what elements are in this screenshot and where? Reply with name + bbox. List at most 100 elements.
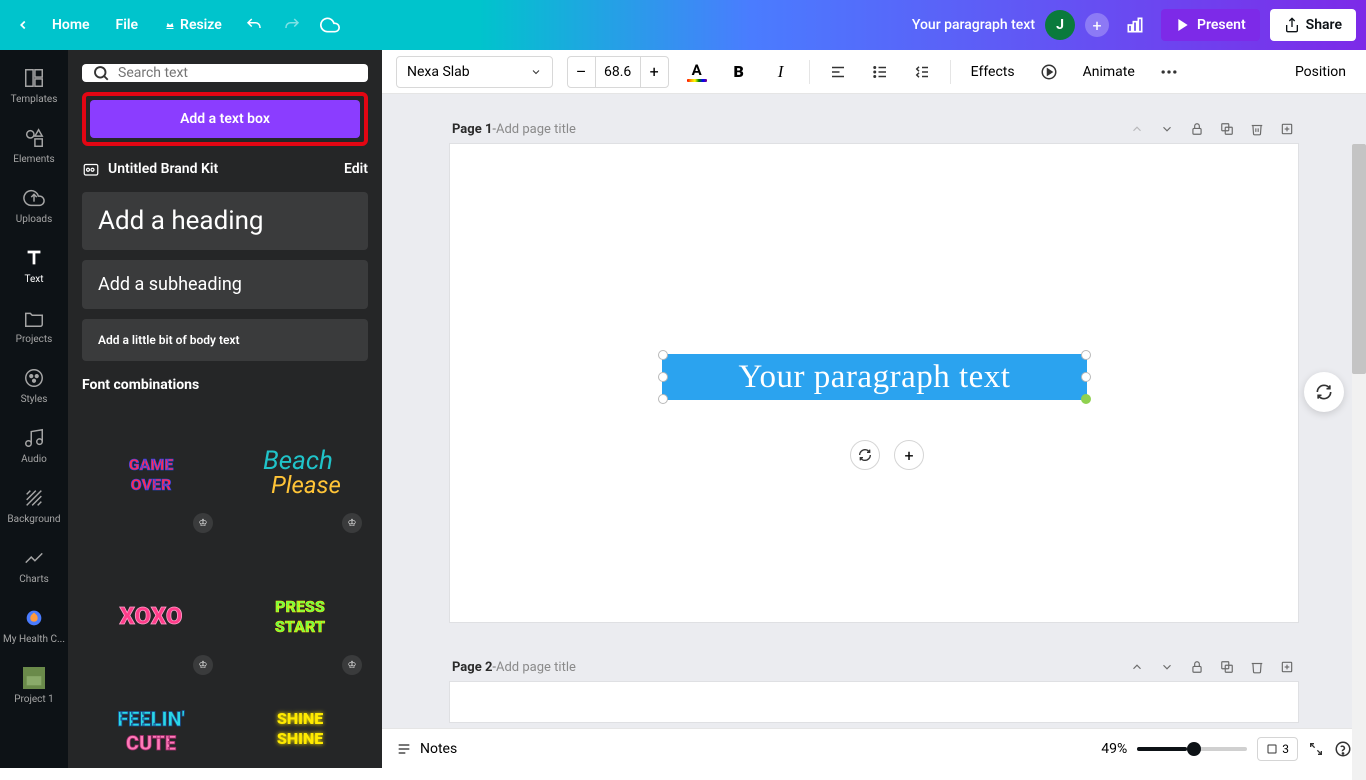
rail-elements-label: Elements: [13, 154, 54, 166]
user-avatar[interactable]: J: [1045, 10, 1075, 40]
effects-button[interactable]: Effects: [965, 60, 1021, 84]
crown-badge-icon: ♔: [342, 513, 362, 533]
brand-edit-link[interactable]: Edit: [344, 161, 368, 177]
font-family-select[interactable]: Nexa Slab: [396, 56, 553, 88]
text-toolbar: Nexa Slab – + A B I Effects Animate: [382, 50, 1366, 94]
slider-thumb[interactable]: [1187, 742, 1201, 756]
add-page-icon[interactable]: [1278, 658, 1296, 676]
lock-icon[interactable]: [1188, 658, 1206, 676]
rail-elements[interactable]: Elements: [0, 116, 68, 176]
trash-icon[interactable]: [1248, 120, 1266, 138]
animate-button[interactable]: Animate: [1077, 60, 1141, 84]
scrollbar-thumb[interactable]: [1352, 144, 1366, 374]
rail-audio[interactable]: Audio: [0, 416, 68, 476]
back-chevron-icon[interactable]: [10, 12, 36, 38]
help-button[interactable]: [1334, 740, 1352, 758]
combo-shine-shine[interactable]: SHINESHINE: [231, 693, 368, 763]
combo-game-over[interactable]: GAMEOVER ♔: [82, 409, 219, 539]
brand-kit-row: Untitled Brand Kit Edit: [82, 156, 368, 182]
text-color-button[interactable]: A: [683, 58, 711, 86]
font-size-input[interactable]: [596, 57, 640, 87]
resize-handle-tr[interactable]: [1081, 350, 1091, 360]
italic-button[interactable]: I: [767, 58, 795, 86]
home-button[interactable]: Home: [42, 11, 100, 39]
present-button[interactable]: Present: [1161, 9, 1260, 41]
resize-button[interactable]: Resize: [154, 11, 232, 39]
add-collaborator-button[interactable]: +: [1085, 13, 1109, 37]
align-button[interactable]: [824, 58, 852, 86]
charts-icon: [22, 546, 46, 570]
rail-project1[interactable]: Project 1: [0, 656, 68, 716]
rail-background[interactable]: Background: [0, 476, 68, 536]
notes-button[interactable]: Notes: [396, 741, 457, 757]
position-button[interactable]: Position: [1289, 60, 1352, 84]
page-2-canvas[interactable]: [450, 682, 1298, 722]
spacing-button[interactable]: [908, 58, 936, 86]
resize-label: Resize: [180, 17, 222, 33]
font-size-increase[interactable]: +: [640, 57, 668, 87]
share-button[interactable]: Share: [1270, 9, 1356, 41]
redo-icon[interactable]: [276, 9, 308, 41]
rail-uploads[interactable]: Uploads: [0, 176, 68, 236]
duplicate-icon[interactable]: [1218, 120, 1236, 138]
preset-body[interactable]: Add a little bit of body text: [82, 319, 368, 361]
preset-subheading-text: Add a subheading: [98, 274, 352, 295]
refresh-fab[interactable]: [1304, 372, 1344, 412]
resize-handle-bl[interactable]: [658, 394, 668, 404]
color-indicator: [687, 79, 707, 82]
rail-templates[interactable]: Templates: [0, 56, 68, 116]
header-right-group: Your paragraph text J + Present Share: [912, 9, 1356, 41]
rail-charts[interactable]: Charts: [0, 536, 68, 596]
font-size-decrease[interactable]: –: [568, 57, 596, 87]
resize-handle-tl[interactable]: [658, 350, 668, 360]
combo-xoxo[interactable]: XOXO ♔: [82, 551, 219, 681]
cloud-sync-icon[interactable]: [314, 9, 346, 41]
zoom-slider[interactable]: [1137, 747, 1247, 751]
crown-badge-icon: ♔: [193, 655, 213, 675]
pages-pill[interactable]: 3: [1257, 737, 1298, 761]
svg-text:FEELIN': FEELIN': [117, 707, 184, 731]
page-up-icon[interactable]: [1128, 658, 1146, 676]
fullscreen-button[interactable]: [1308, 741, 1324, 757]
undo-icon[interactable]: [238, 9, 270, 41]
page-1-canvas[interactable]: Your paragraph text +: [450, 144, 1298, 622]
resize-handle-ml[interactable]: [658, 372, 668, 382]
add-text-box-button[interactable]: Add a text box: [90, 100, 360, 138]
resize-handle-mr[interactable]: [1081, 372, 1091, 382]
rail-myhealth[interactable]: My Health C...: [0, 596, 68, 656]
page-down-icon[interactable]: [1158, 658, 1176, 676]
combo-press-start[interactable]: PRESSSTART ♔: [231, 551, 368, 681]
bold-button[interactable]: B: [725, 58, 753, 86]
svg-text:XOXO: XOXO: [119, 602, 182, 630]
float-sync-button[interactable]: [850, 440, 880, 470]
trash-icon[interactable]: [1248, 658, 1266, 676]
document-title[interactable]: Your paragraph text: [912, 17, 1035, 33]
page-1-title-input[interactable]: Add page title: [496, 122, 576, 137]
header-left-group: Home File Resize: [10, 9, 346, 41]
rail-text[interactable]: Text: [0, 236, 68, 296]
insights-icon[interactable]: [1119, 9, 1151, 41]
add-page-icon[interactable]: [1278, 120, 1296, 138]
lock-icon[interactable]: [1188, 120, 1206, 138]
file-button[interactable]: File: [106, 11, 149, 39]
page-2-title-input[interactable]: Add page title: [496, 660, 576, 675]
preset-heading[interactable]: Add a heading: [82, 192, 368, 250]
list-button[interactable]: [866, 58, 894, 86]
search-input[interactable]: [118, 65, 358, 81]
combo-beach-please[interactable]: BeachPlease ♔: [231, 409, 368, 539]
page-up-icon[interactable]: [1128, 120, 1146, 138]
resize-handle-br[interactable]: [1081, 394, 1091, 404]
rail-projects[interactable]: Projects: [0, 296, 68, 356]
more-options-button[interactable]: [1155, 58, 1183, 86]
canvas-scroll[interactable]: Page 1 - Add page title Your paragrap: [382, 94, 1366, 728]
float-add-button[interactable]: +: [894, 440, 924, 470]
duplicate-icon[interactable]: [1218, 658, 1236, 676]
preset-subheading[interactable]: Add a subheading: [82, 260, 368, 309]
font-combos-title: Font combinations: [82, 371, 368, 399]
rail-audio-label: Audio: [21, 454, 47, 466]
rail-styles[interactable]: Styles: [0, 356, 68, 416]
vertical-scrollbar[interactable]: [1352, 144, 1366, 780]
page-down-icon[interactable]: [1158, 120, 1176, 138]
selected-text-element[interactable]: Your paragraph text: [662, 354, 1087, 400]
combo-feelin-cute[interactable]: FEELIN'CUTE: [82, 693, 219, 763]
